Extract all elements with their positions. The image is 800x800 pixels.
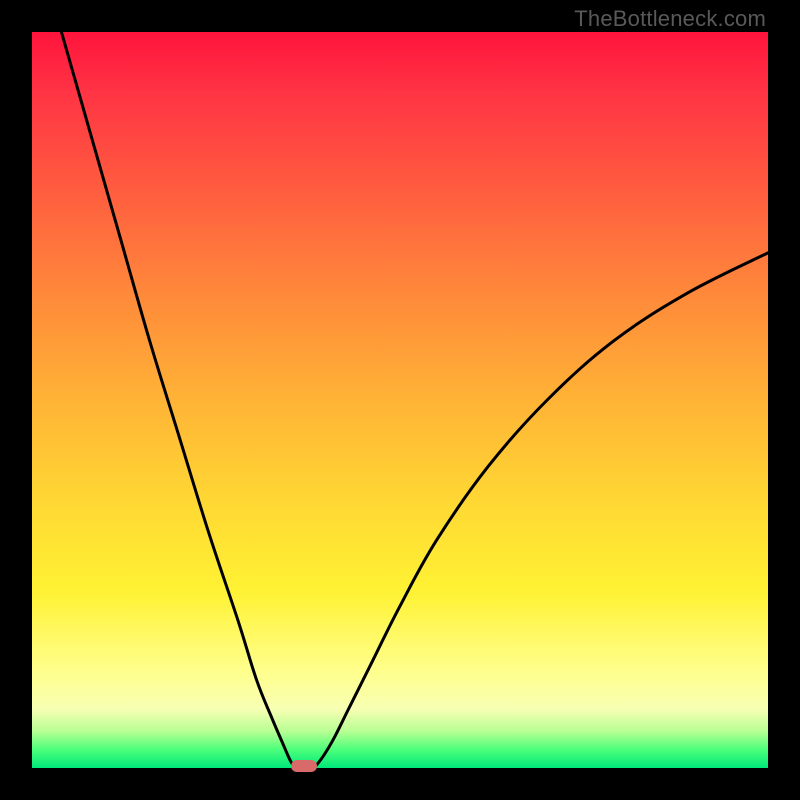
curve-left-branch [61, 32, 294, 768]
plot-area [32, 32, 768, 768]
chart-frame: TheBottleneck.com [0, 0, 800, 800]
watermark-label: TheBottleneck.com [574, 6, 766, 32]
curve-layer [32, 32, 768, 768]
minimum-marker [291, 760, 317, 772]
curve-right-branch [314, 253, 768, 768]
